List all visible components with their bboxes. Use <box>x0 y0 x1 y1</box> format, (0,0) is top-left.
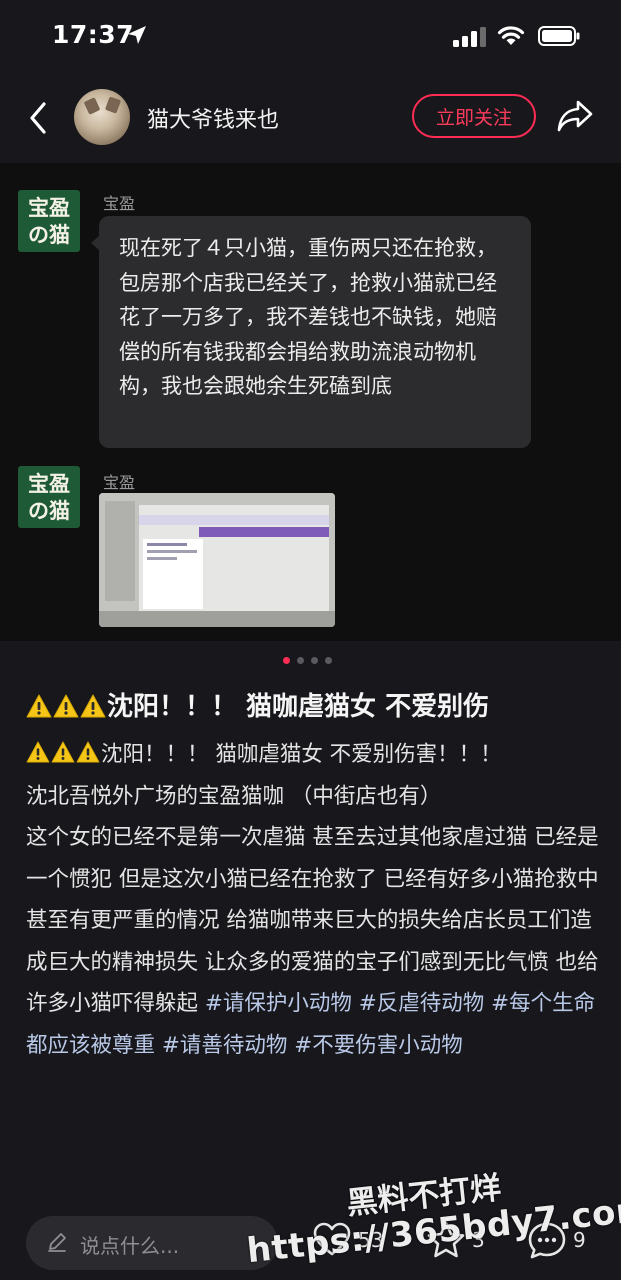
back-arrow-icon[interactable] <box>24 98 54 138</box>
warning-icon <box>76 741 100 763</box>
battery-icon <box>538 26 580 46</box>
shop-logo: 宝盈 の猫 <box>18 466 80 528</box>
sender-name: 宝盈 <box>103 194 136 213</box>
favorite-count: 3 <box>472 1228 485 1252</box>
star-icon <box>427 1221 465 1258</box>
post-body: 沈阳！！！ 猫咖虐猫女 不爱别伤害！！！ 沈北吾悦外广场的宝盈猫咖 （中街店也有… <box>26 734 601 1066</box>
post-title-text: 沈阳！！！ 猫咖虐猫女 不爱别伤 <box>107 692 490 722</box>
warning-icon <box>26 741 50 763</box>
hashtag-link[interactable]: #请保护小动物 <box>205 991 352 1016</box>
wifi-icon <box>497 26 525 45</box>
status-time: 17:37 <box>52 20 135 49</box>
hashtag-link[interactable]: #反虐待动物 <box>359 991 485 1016</box>
hashtag-link[interactable]: #不要伤害小动物 <box>294 1033 463 1058</box>
share-icon[interactable] <box>556 98 594 134</box>
comment-input[interactable]: 说点什么... <box>26 1216 278 1270</box>
carousel-dot <box>297 657 304 664</box>
sender-name: 宝盈 <box>103 473 136 492</box>
post-body-line: 沈阳！！！ 猫咖虐猫女 不爱别伤害！！！ <box>101 742 502 767</box>
pen-icon <box>48 1233 66 1252</box>
like-count: 53 <box>358 1228 384 1252</box>
carousel-dot <box>311 657 318 664</box>
location-arrow-icon <box>128 26 146 44</box>
warning-icon <box>53 694 79 718</box>
warning-icon <box>51 741 75 763</box>
post-body-line: 这个女的已经不是第一次虐猫 甚至去过其他家虐过猫 已经是一个惯犯 但是这次小猫已… <box>26 825 599 1016</box>
post-body-line: 沈北吾悦外广场的宝盈猫咖 （中街店也有） <box>26 783 442 809</box>
post-header: 猫大爷钱来也 立即关注 <box>0 80 621 160</box>
like-button[interactable]: 53 <box>312 1218 383 1262</box>
chat-photo-thumbnail <box>99 493 335 627</box>
favorite-button[interactable]: 3 <box>426 1218 485 1262</box>
author-name[interactable]: 猫大爷钱来也 <box>147 102 279 134</box>
carousel-dot-active <box>283 657 290 664</box>
follow-button[interactable]: 立即关注 <box>412 94 536 138</box>
warning-icon <box>80 694 106 718</box>
heart-icon <box>313 1222 351 1256</box>
cellular-signal-icon <box>453 27 486 47</box>
comment-button[interactable]: 9 <box>527 1218 586 1262</box>
post-title: 沈阳！！！ 猫咖虐猫女 不爱别伤 <box>26 686 606 723</box>
comment-count: 9 <box>573 1228 586 1252</box>
bottom-action-bar: 说点什么... 53 3 9 <box>0 1198 621 1280</box>
hashtag-link[interactable]: #请善待动物 <box>162 1033 288 1058</box>
shop-logo: 宝盈 の猫 <box>18 190 80 252</box>
author-avatar[interactable] <box>74 89 130 145</box>
status-bar: 17:37 <box>0 0 621 72</box>
post-image-carousel[interactable]: 宝盈 の猫 宝盈 现在死了４只小猫，重伤两只还在抢救，包房那个店我已经关了，抢救小… <box>0 163 621 641</box>
chat-message-bubble: 现在死了４只小猫，重伤两只还在抢救，包房那个店我已经关了，抢救小猫就已经花了一万… <box>99 216 531 448</box>
comment-placeholder: 说点什么... <box>80 1234 180 1258</box>
warning-icon <box>26 694 52 718</box>
carousel-dot <box>325 657 332 664</box>
carousel-indicator <box>0 657 621 667</box>
comment-bubble-icon <box>528 1222 566 1259</box>
